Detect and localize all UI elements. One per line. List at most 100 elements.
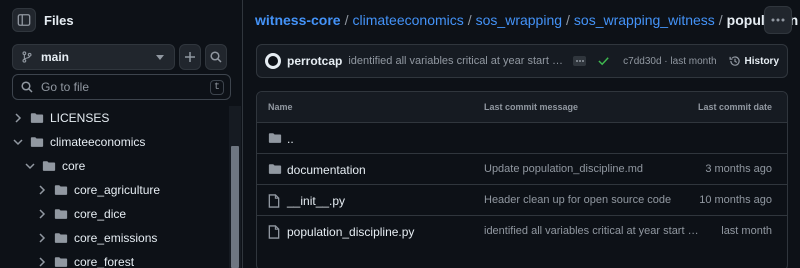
breadcrumb: witness-core / climateeconomics / sos_wrappi… [255,9,800,31]
search-button[interactable] [205,44,227,70]
file-commit-message[interactable]: identified all variables critical at yea… [484,225,699,237]
breadcrumb-separator: / [467,12,472,28]
chevron-right-icon [39,257,46,267]
expand-toggle[interactable] [36,208,48,220]
folder-icon [30,113,44,123]
history-label: History [744,55,779,67]
go-to-file-input[interactable]: Go to file t [12,74,231,100]
file-commit-date: last month [721,225,772,237]
commit-author[interactable]: perrotcap [287,54,342,68]
expand-toggle[interactable] [36,184,48,196]
keyboard-shortcut-hint: t [210,80,224,95]
file-name-link[interactable]: population_discipline.py [287,225,414,239]
tree-item[interactable]: core_forest [0,250,229,268]
git-branch-icon [22,51,32,63]
chevron-right-icon [39,185,46,195]
latest-commit-bar: perrotcap identified all variables criti… [256,44,788,78]
chevron-right-icon [39,233,46,243]
expand-toggle[interactable] [36,232,48,244]
chevron-right-icon [15,113,22,123]
file-tree-sidebar: Files main Go to file t LICENSES climate… [0,0,243,268]
add-file-button[interactable] [179,44,201,70]
table-row[interactable]: __init__.py Header clean up for open sour… [257,185,787,216]
folder-icon-wrap [54,208,68,220]
folder-icon [54,209,68,219]
column-header-name: Name [268,102,293,112]
row-icon [268,132,282,144]
main-content: witness-core / climateeconomics / sos_wrappi… [244,0,800,268]
tree-item[interactable]: core_agriculture [0,178,229,202]
avatar[interactable] [265,53,281,69]
breadcrumb-separator: / [566,12,570,28]
table-row[interactable]: population_discipline.py identified all v… [257,216,787,247]
column-header-message: Last commit message [484,102,579,112]
folder-icon [54,257,68,267]
plus-icon [185,52,195,62]
tree-item[interactable]: core_emissions [0,226,229,250]
check-icon[interactable] [598,56,609,66]
tree-item-label: core_dice [74,207,127,221]
folder-icon [268,133,282,143]
tree-item-label: core [62,159,86,173]
go-to-file-placeholder: Go to file [41,80,90,94]
tree-item[interactable]: core [0,154,229,178]
collapse-sidebar-button[interactable] [12,8,36,32]
branch-row: main [12,44,227,70]
ellipsis-icon [575,60,584,62]
folder-icon-wrap [54,256,68,268]
file-icon [268,194,280,208]
expand-commit-message-button[interactable] [573,56,587,66]
expand-toggle[interactable] [36,256,48,268]
history-button[interactable]: History [729,55,779,67]
sidebar-scrollbar[interactable] [229,106,241,268]
folder-icon-wrap [30,136,44,148]
file-name-link[interactable]: .. [287,132,294,146]
folder-icon-wrap [30,112,44,124]
breadcrumb-link[interactable]: climateeconomics [352,12,463,28]
caret-down-icon [156,55,164,60]
folder-icon-wrap [42,160,56,172]
tree-item-label: core_emissions [74,231,158,245]
breadcrumb-link[interactable]: sos_wrapping [476,12,562,28]
breadcrumb-separator: / [718,12,723,28]
table-row[interactable]: .. [257,123,787,154]
kebab-horizontal-icon [771,18,785,22]
folder-icon [30,137,44,147]
chevron-right-icon [39,209,46,219]
expand-toggle[interactable] [24,160,36,172]
file-commit-message[interactable]: Header clean up for open source code [484,194,699,206]
chevron-down-icon [13,139,23,146]
scrollbar-thumb[interactable] [231,146,239,268]
breadcrumb-link[interactable]: witness-core [255,12,341,28]
column-header-date: Last commit date [697,102,772,112]
sidebar-header: Files [12,8,74,32]
search-icon [210,51,222,63]
expand-toggle[interactable] [12,136,24,148]
commit-sha-and-time[interactable]: c7dd30d · last month [623,56,716,67]
more-options-button[interactable] [764,6,792,34]
folder-icon [268,164,282,174]
chevron-down-icon [25,163,35,170]
tree-item-label: core_agriculture [74,183,161,197]
breadcrumb-link[interactable]: sos_wrapping_witness [574,12,715,28]
folder-icon [54,185,68,195]
table-row[interactable]: documentation Update population_disciplin… [257,154,787,185]
file-name-link[interactable]: __init__.py [287,194,345,208]
breadcrumb-separator: / [344,12,349,28]
tree-item[interactable]: core_dice [0,202,229,226]
file-name-link[interactable]: documentation [287,163,366,177]
tree-item[interactable]: climateeconomics [0,130,229,154]
file-table-header: Name Last commit message Last commit dat… [257,92,787,123]
folder-icon-wrap [54,232,68,244]
file-icon [268,225,280,239]
file-rows: .. documentation Update population_discipl… [257,123,787,247]
folder-icon [42,161,56,171]
file-commit-message[interactable]: Update population_discipline.md [484,163,699,175]
search-icon [21,81,33,93]
folder-icon-wrap [54,184,68,196]
branch-selector[interactable]: main [12,44,175,70]
commit-message[interactable]: identified all variables critical at yea… [348,55,565,67]
expand-toggle[interactable] [12,112,24,124]
tree-item[interactable]: LICENSES [0,106,229,130]
tree-item-label: core_forest [74,255,135,268]
